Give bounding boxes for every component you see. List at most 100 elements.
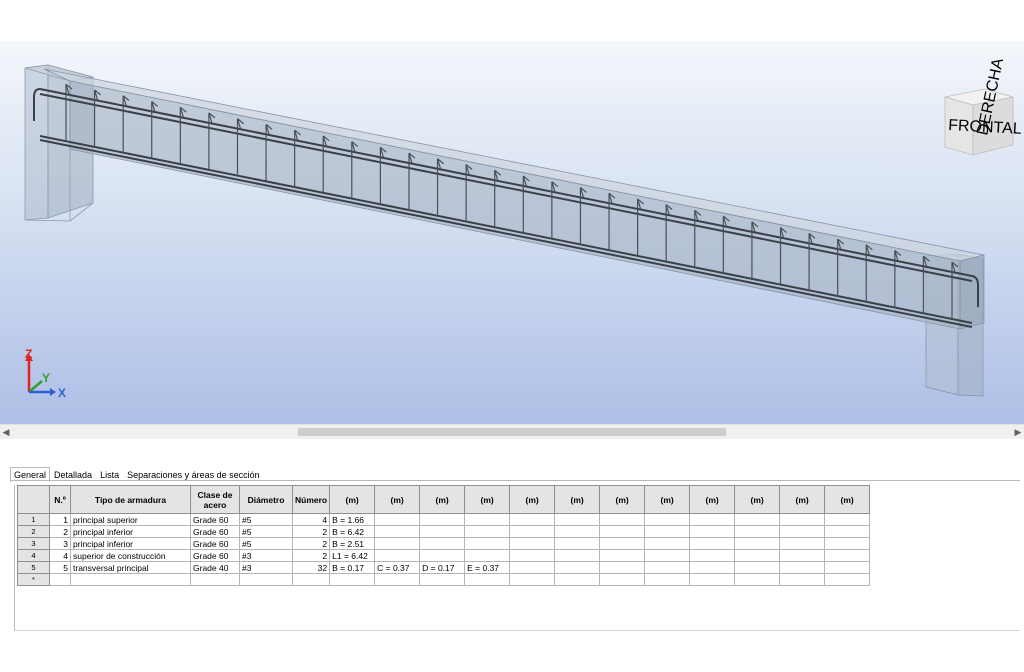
cell-empty[interactable] [509,525,556,538]
cell-empty[interactable] [824,513,871,526]
cell-empty[interactable] [464,573,511,586]
cell-empty[interactable] [689,561,736,574]
column-header-m[interactable]: (m) [824,485,871,514]
column-header-m[interactable]: (m) [779,485,826,514]
cell-empty[interactable] [509,537,556,550]
cell-empty[interactable] [779,561,826,574]
cell-n[interactable]: 1 [49,513,71,526]
cell-empty[interactable] [779,525,826,538]
column-header-m[interactable]: (m) [689,485,736,514]
beam-3d-model[interactable]: FRONTAL DERECHA [0,41,1024,424]
cell-empty[interactable] [734,525,781,538]
cell-n[interactable]: 2 [49,525,71,538]
cell-m2[interactable]: C = 0.37 [374,561,421,574]
cell-empty[interactable] [374,573,421,586]
cell-empty[interactable] [239,573,293,586]
cell-tipo[interactable]: principal inferior [70,537,191,550]
cell-empty[interactable] [779,537,826,550]
cell-empty[interactable] [644,513,691,526]
cell-empty[interactable] [599,573,646,586]
cell-empty[interactable] [689,513,736,526]
new-row-marker[interactable]: * [17,573,50,586]
cell-clase[interactable]: Grade 60 [190,549,240,562]
row-header[interactable]: 1 [17,513,50,526]
cell-m2[interactable] [374,537,421,550]
cell-numero[interactable]: 2 [291,549,331,562]
cell-m3[interactable]: D = 0.17 [419,561,466,574]
cell-empty[interactable] [689,537,736,550]
cell-empty[interactable] [779,513,826,526]
row-header[interactable]: 5 [17,561,50,574]
cell-empty[interactable] [734,573,781,586]
cell-empty[interactable] [554,573,601,586]
table-row[interactable]: 1 1 principal superior Grade 60 #5 4 B =… [17,513,871,526]
cell-empty[interactable] [689,573,736,586]
cell-m4[interactable] [464,525,511,538]
cell-n[interactable]: 5 [49,561,71,574]
cell-empty[interactable] [824,573,871,586]
cell-empty[interactable] [291,573,331,586]
cell-numero[interactable]: 4 [291,513,331,526]
column-header-clase[interactable]: Clase de acero [190,485,240,514]
cell-empty[interactable] [509,549,556,562]
cell-clase[interactable]: Grade 40 [190,561,240,574]
cell-m2[interactable] [374,525,421,538]
cell-diametro[interactable]: #3 [239,561,293,574]
cell-m3[interactable] [419,549,466,562]
cell-empty[interactable] [824,525,871,538]
cell-m3[interactable] [419,537,466,550]
table-row[interactable]: 3 3 principal inferior Grade 60 #5 2 B =… [17,537,871,550]
scroll-right-icon[interactable]: ▶ [1012,425,1024,439]
cell-empty[interactable] [644,573,691,586]
column-header-m[interactable]: (m) [554,485,601,514]
cell-n[interactable]: 4 [49,549,71,562]
cell-m1[interactable]: B = 2.51 [329,537,376,550]
row-header[interactable]: 4 [17,549,50,562]
cell-m1[interactable]: B = 1.66 [329,513,376,526]
cell-diametro[interactable]: #5 [239,513,293,526]
column-header-m[interactable]: (m) [509,485,556,514]
cell-m4[interactable]: E = 0.37 [464,561,511,574]
cell-empty[interactable] [509,513,556,526]
scroll-left-icon[interactable]: ◀ [0,425,12,439]
cell-empty[interactable] [509,573,556,586]
3d-viewport[interactable]: FRONTAL DERECHA Z Y X [0,41,1024,424]
cell-empty[interactable] [734,549,781,562]
cell-empty[interactable] [554,513,601,526]
cell-empty[interactable] [644,525,691,538]
column-header-m[interactable]: (m) [329,485,376,514]
cell-m1[interactable]: B = 0.17 [329,561,376,574]
column-header-m[interactable]: (m) [734,485,781,514]
cell-empty[interactable] [734,537,781,550]
cell-m4[interactable] [464,513,511,526]
table-row[interactable]: 4 4 superior de construcción Grade 60 #3… [17,549,871,562]
cell-empty[interactable] [509,561,556,574]
cell-empty[interactable] [689,525,736,538]
view-cube[interactable]: FRONTAL DERECHA [944,56,1022,156]
cell-empty[interactable] [419,573,466,586]
table-row[interactable]: 2 2 principal inferior Grade 60 #5 2 B =… [17,525,871,538]
cell-empty[interactable] [70,573,191,586]
cell-m1[interactable]: L1 = 6.42 [329,549,376,562]
column-header-m[interactable]: (m) [599,485,646,514]
cell-diametro[interactable]: #3 [239,549,293,562]
cell-m4[interactable] [464,549,511,562]
cell-empty[interactable] [49,573,71,586]
new-row[interactable]: * [17,573,871,586]
cell-empty[interactable] [734,561,781,574]
cell-tipo[interactable]: principal superior [70,513,191,526]
cell-m2[interactable] [374,513,421,526]
cell-empty[interactable] [734,513,781,526]
cell-tipo[interactable]: transversal principal [70,561,191,574]
column-header-m[interactable]: (m) [374,485,421,514]
cell-empty[interactable] [554,549,601,562]
cell-empty[interactable] [689,549,736,562]
cell-empty[interactable] [779,549,826,562]
cell-empty[interactable] [554,537,601,550]
cell-empty[interactable] [824,561,871,574]
cell-m3[interactable] [419,525,466,538]
cell-empty[interactable] [599,525,646,538]
row-header[interactable]: 2 [17,525,50,538]
cell-empty[interactable] [824,549,871,562]
cell-m4[interactable] [464,537,511,550]
